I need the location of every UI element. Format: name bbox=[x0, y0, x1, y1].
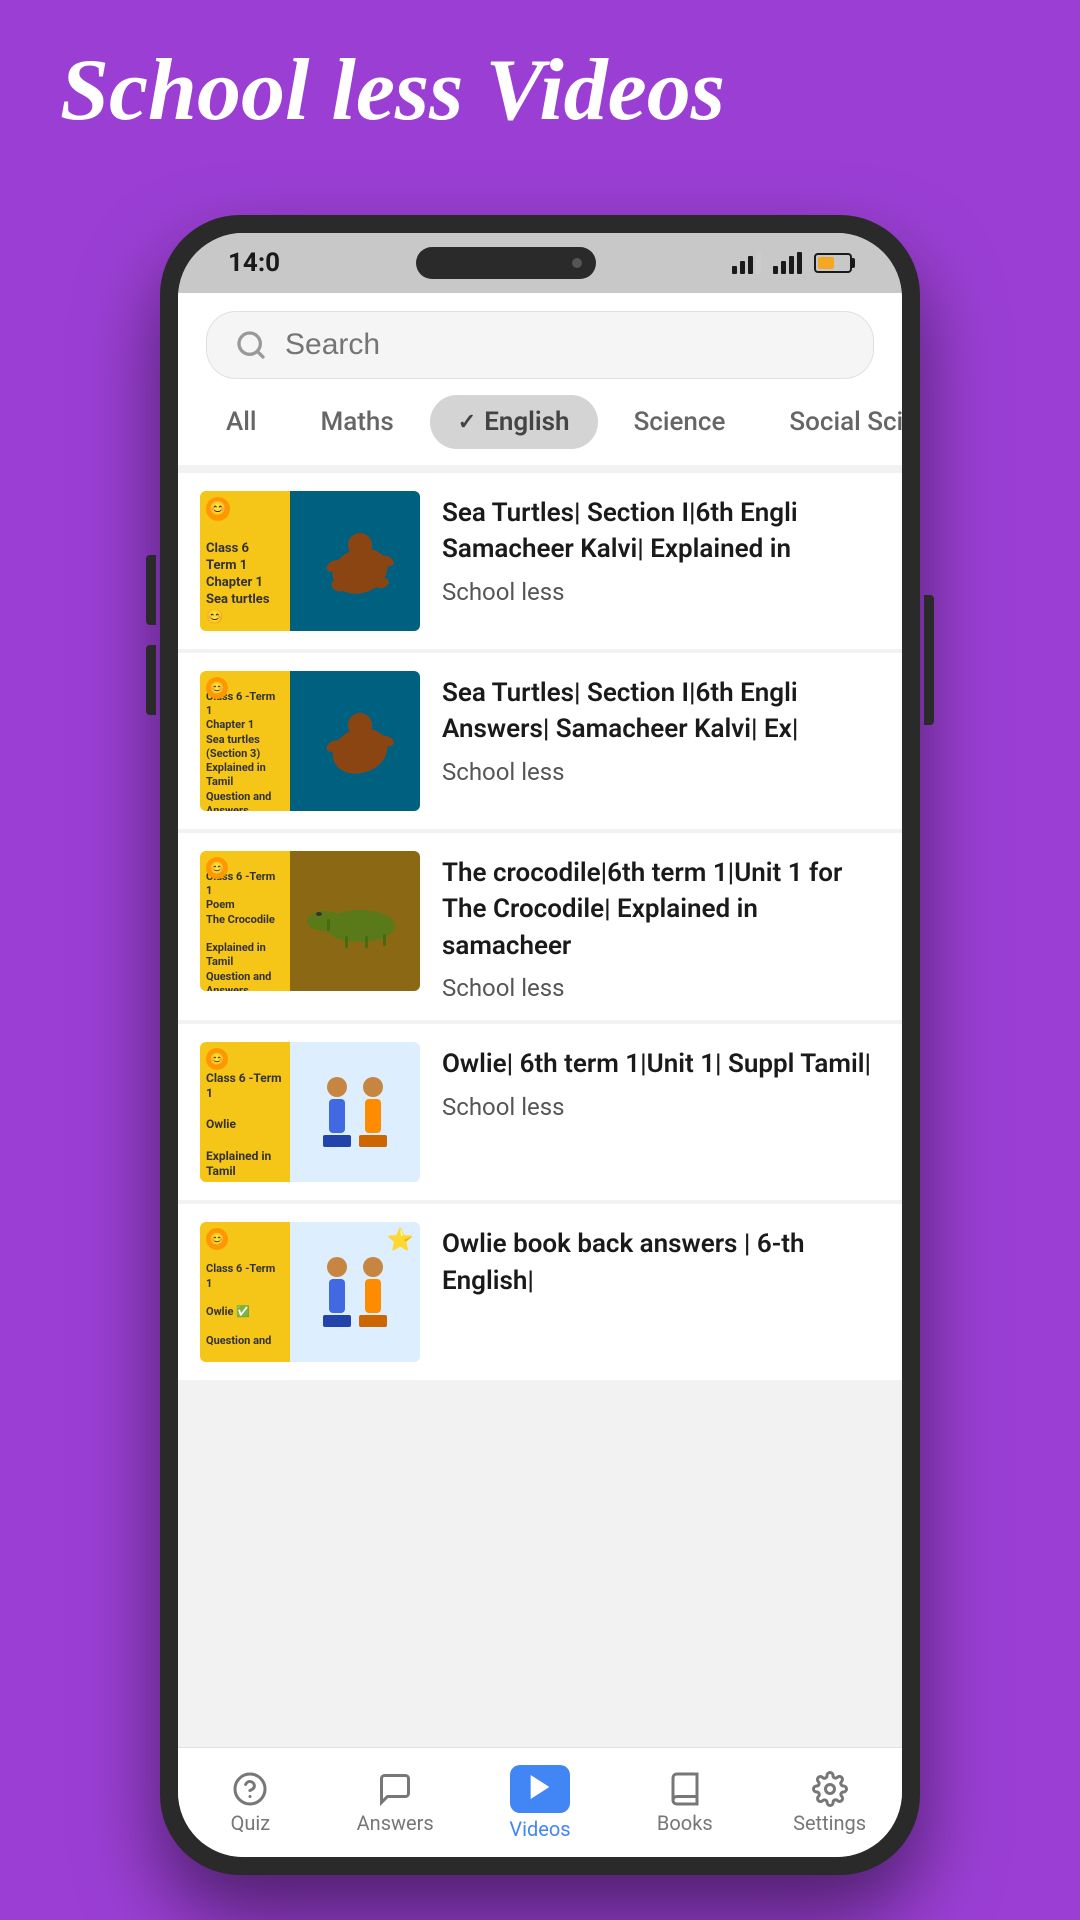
nav-settings[interactable]: Settings bbox=[757, 1771, 902, 1835]
signal-icon bbox=[732, 252, 761, 274]
thumbnail-5: 😊 Class 6 -Term 1Owlie ✅Question and ⭐ bbox=[200, 1222, 420, 1362]
nav-answers-label: Answers bbox=[357, 1811, 434, 1835]
search-input[interactable] bbox=[285, 328, 845, 362]
filter-tabs: All Maths ✓ English Science Social Scien… bbox=[178, 387, 902, 465]
video-list: 😊 Class 6Term 1Chapter 1Sea turtles 😊 bbox=[178, 465, 902, 1747]
nav-settings-label: Settings bbox=[793, 1811, 866, 1835]
nav-videos[interactable]: Videos bbox=[468, 1765, 613, 1841]
video-title-5: Owlie book back answers | 6-th English| bbox=[442, 1226, 880, 1299]
chat-icon bbox=[377, 1771, 413, 1807]
thumbnail-4: 😊 Class 6 -Term 1OwlieExplained in Tamil bbox=[200, 1042, 420, 1182]
video-channel-1: School less bbox=[442, 578, 880, 606]
video-info-5: Owlie book back answers | 6-th English| bbox=[442, 1222, 880, 1309]
video-title-4: Owlie| 6th term 1|Unit 1| Suppl Tamil| bbox=[442, 1046, 880, 1082]
video-item-2[interactable]: 😊 Class 6 -Term 1Chapter 1Sea turtles(Se… bbox=[178, 653, 902, 829]
bottom-nav: Quiz Answers Videos bbox=[178, 1747, 902, 1857]
video-item-3[interactable]: 😊 Class 6 -Term 1PoemThe CrocodileExplai… bbox=[178, 833, 902, 1020]
search-bar[interactable] bbox=[206, 311, 874, 379]
nav-books[interactable]: Books bbox=[612, 1771, 757, 1835]
search-icon bbox=[235, 329, 267, 361]
signal-icon-2 bbox=[773, 252, 802, 274]
nav-videos-label: Videos bbox=[509, 1817, 570, 1841]
status-icons bbox=[732, 252, 852, 274]
nav-quiz-label: Quiz bbox=[231, 1811, 271, 1835]
status-bar: 14:0 bbox=[178, 233, 902, 293]
video-item-1[interactable]: 😊 Class 6Term 1Chapter 1Sea turtles 😊 bbox=[178, 473, 902, 649]
book-icon bbox=[667, 1771, 703, 1807]
thumbnail-3: 😊 Class 6 -Term 1PoemThe CrocodileExplai… bbox=[200, 851, 420, 991]
tab-social[interactable]: Social Science bbox=[761, 395, 902, 449]
tab-science[interactable]: Science bbox=[606, 395, 754, 449]
video-info-4: Owlie| 6th term 1|Unit 1| Suppl Tamil| S… bbox=[442, 1042, 880, 1120]
nav-answers[interactable]: Answers bbox=[323, 1771, 468, 1835]
tab-all[interactable]: All bbox=[198, 395, 285, 449]
video-channel-3: School less bbox=[442, 974, 880, 1002]
play-icon bbox=[524, 1771, 556, 1803]
tab-maths[interactable]: Maths bbox=[293, 395, 422, 449]
phone-frame: 14:0 bbox=[160, 215, 920, 1875]
thumbnail-1: 😊 Class 6Term 1Chapter 1Sea turtles 😊 bbox=[200, 491, 420, 631]
video-info-1: Sea Turtles| Section I|6th Engli Samache… bbox=[442, 491, 880, 606]
video-title-2: Sea Turtles| Section I|6th Engli Answers… bbox=[442, 675, 880, 748]
video-channel-4: School less bbox=[442, 1093, 880, 1121]
nav-books-label: Books bbox=[657, 1811, 713, 1835]
video-channel-2: School less bbox=[442, 758, 880, 786]
gear-icon bbox=[812, 1771, 848, 1807]
app-title: School less Videos bbox=[60, 40, 725, 141]
nav-quiz[interactable]: Quiz bbox=[178, 1771, 323, 1835]
question-icon bbox=[232, 1771, 268, 1807]
video-info-2: Sea Turtles| Section I|6th Engli Answers… bbox=[442, 671, 880, 786]
notch bbox=[416, 247, 596, 279]
video-info-3: The crocodile|6th term 1|Unit 1 for The … bbox=[442, 851, 880, 1002]
video-title-1: Sea Turtles| Section I|6th Engli Samache… bbox=[442, 495, 880, 568]
tab-english[interactable]: ✓ English bbox=[430, 395, 598, 449]
video-item-5[interactable]: 😊 Class 6 -Term 1Owlie ✅Question and ⭐ bbox=[178, 1204, 902, 1380]
phone-screen: 14:0 bbox=[178, 233, 902, 1857]
status-time: 14:0 bbox=[228, 248, 280, 278]
video-title-3: The crocodile|6th term 1|Unit 1 for The … bbox=[442, 855, 880, 964]
thumbnail-2: 😊 Class 6 -Term 1Chapter 1Sea turtles(Se… bbox=[200, 671, 420, 811]
video-item-4[interactable]: 😊 Class 6 -Term 1OwlieExplained in Tamil bbox=[178, 1024, 902, 1200]
search-container bbox=[178, 293, 902, 387]
battery-icon bbox=[814, 253, 852, 273]
